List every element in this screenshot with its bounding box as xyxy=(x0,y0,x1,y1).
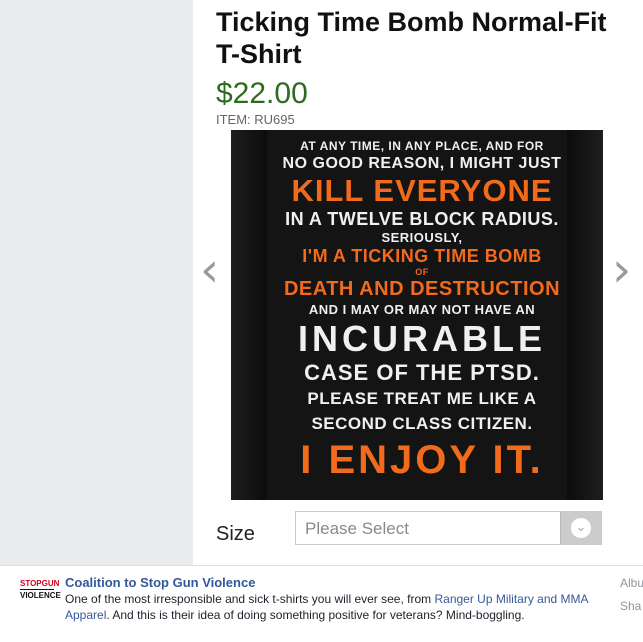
shirt-print-text: AT ANY TIME, IN ANY PLACE, AND FOR NO GO… xyxy=(277,138,567,483)
side-link-share[interactable]: Sha xyxy=(620,599,641,613)
shirt-line: KILL EVERYONE xyxy=(291,173,553,208)
shirt-line: INCURABLE xyxy=(298,318,546,359)
shirt-line: PLEASE TREAT ME LIKE A xyxy=(307,389,537,408)
shirt-line: SERIOUSLY, xyxy=(381,230,463,245)
size-select[interactable]: Please Select ⌄ xyxy=(295,511,602,545)
shirt-sleeve-left xyxy=(231,130,267,500)
page-name-link[interactable]: Coalition to Stop Gun Violence xyxy=(65,575,255,590)
logo-text: GUN xyxy=(41,579,60,588)
shirt-line: NO GOOD REASON, I MIGHT JUST xyxy=(282,155,562,172)
shirt-line: I'M A TICKING TIME BOMB xyxy=(302,246,542,266)
product-title: Ticking Time Bomb Normal-Fit T-Shirt xyxy=(216,7,607,69)
logo-rule xyxy=(20,589,54,590)
shirt-line: AT ANY TIME, IN ANY PLACE, AND FOR xyxy=(300,139,544,153)
size-label: Size xyxy=(216,523,255,545)
shirt-line: AND I MAY OR MAY NOT HAVE AN xyxy=(308,302,536,317)
page-avatar-logo[interactable]: STOPGUN VIOLENCE xyxy=(20,579,61,605)
chevron-down-icon: ⌄ xyxy=(571,518,591,538)
previous-image-arrow-icon[interactable]: ‹ xyxy=(200,240,219,300)
shirt-line: SECOND CLASS CITIZEN. xyxy=(311,414,533,433)
left-background-panel xyxy=(0,0,193,565)
post-text: One of the most irresponsible and sick t… xyxy=(65,591,595,623)
shirt-line: DEATH AND DESTRUCTION xyxy=(283,278,561,300)
item-code: ITEM: RU695 xyxy=(216,112,295,127)
size-select-placeholder: Please Select xyxy=(305,519,409,538)
product-image[interactable]: AT ANY TIME, IN ANY PLACE, AND FOR NO GO… xyxy=(231,130,603,500)
shirt-line: IN A TWELVE BLOCK RADIUS. xyxy=(285,209,559,229)
shirt-line: CASE OF THE PTSD. xyxy=(304,360,540,385)
logo-text: STOP xyxy=(20,579,42,588)
shirt-line: I ENJOY IT. xyxy=(300,438,544,482)
post-text-part: One of the most irresponsible and sick t… xyxy=(65,592,435,606)
shirt-sleeve-right xyxy=(567,130,603,500)
side-link-album[interactable]: Albu xyxy=(620,576,643,590)
next-image-arrow-icon[interactable]: › xyxy=(612,240,631,300)
size-dropdown-button[interactable]: ⌄ xyxy=(560,512,601,544)
shirt-line: OF xyxy=(415,267,429,277)
product-price: $22.00 xyxy=(216,77,308,110)
post-text-part: . And this is their idea of doing someth… xyxy=(106,608,525,622)
logo-text: VIOLENCE xyxy=(20,591,61,600)
